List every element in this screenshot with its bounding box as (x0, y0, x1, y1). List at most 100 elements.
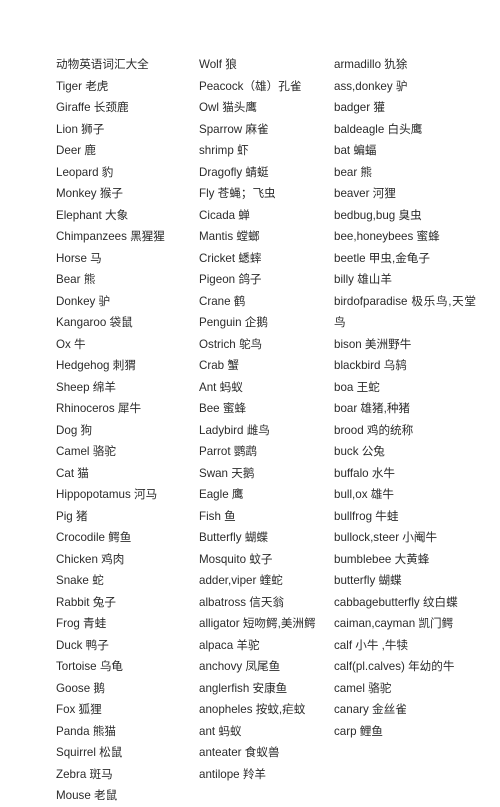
vocabulary-entry: Crocodile 鳄鱼 (56, 531, 132, 544)
vocabulary-entry: alligator 短吻鳄,美洲鳄 (199, 617, 316, 630)
vocabulary-entry: antilope 羚羊 (199, 767, 267, 781)
vocabulary-entry: Sheep 绵羊 (56, 380, 116, 394)
vocabulary-entry: beetle 甲虫,金龟子 (334, 251, 430, 265)
vocabulary-entry: Swan 天鹅 (199, 466, 255, 480)
vocabulary-entry: Donkey 驴 (56, 294, 111, 308)
vocabulary-entry: Lion 狮子 (56, 122, 105, 136)
vocabulary-entry: bullfrog 牛蛙 (334, 509, 399, 523)
vocabulary-entry: Bee 蜜蜂 (199, 402, 247, 415)
vocabulary-entry: blackbird 乌鸫 (334, 359, 407, 372)
vocabulary-entry: butterfly 蝴蝶 (334, 574, 402, 587)
vocabulary-entry: anopheles 按蚊,疟蚊 (199, 703, 306, 716)
vocabulary-entry: Pig 猪 (56, 509, 88, 523)
vocabulary-entry: birdofparadise 极乐鸟,天堂鸟 (334, 294, 476, 330)
vocabulary-entry: billy 雄山羊 (334, 273, 392, 286)
document-page: 动物英语词汇大全 Tiger 老虎 Giraffe 长颈鹿 Lion 狮子 Deer 鹿… (0, 0, 500, 802)
vocabulary-entry: badger 獾 (334, 101, 385, 114)
vocabulary-entry: Zebra 斑马 (56, 767, 113, 781)
vocabulary-entry: Kangaroo 袋鼠 (56, 316, 133, 329)
vocabulary-entry: Cricket 蟋蟀 (199, 251, 262, 265)
vocabulary-entry: Giraffe 长颈鹿 (56, 101, 129, 114)
vocabulary-entry: bison 美洲野牛 (334, 337, 412, 351)
vocabulary-entry: bull,ox 雄牛 (334, 488, 394, 501)
vocabulary-entry: alpaca 羊驼 (199, 638, 260, 652)
vocabulary-entry: buck 公兔 (334, 445, 385, 458)
vocabulary-entry: albatross 信天翁 (199, 595, 285, 609)
column-left: 动物英语词汇大全 Tiger 老虎 Giraffe 长颈鹿 Lion 狮子 Deer 鹿… (56, 54, 199, 807)
vocabulary-entry: Panda 熊猫 (56, 724, 116, 738)
vocabulary-entry: Hippopotamus 河马 (56, 488, 158, 501)
vocabulary-entry: boar 雄猪,种猪 (334, 402, 411, 415)
vocabulary-entry: calf(pl.calves) 年幼的牛 (334, 660, 455, 673)
vocabulary-entry: Eagle 鹰 (199, 488, 244, 501)
vocabulary-entry: Duck 鸭子 (56, 638, 109, 652)
vocabulary-entry: anteater 食蚁兽 (199, 746, 280, 759)
vocabulary-entry: Tortoise 乌龟 (56, 660, 124, 673)
vocabulary-entry: Crab 蟹 (199, 359, 239, 372)
vocabulary-entry: canary 金丝雀 (334, 703, 407, 716)
vocabulary-entry: Monkey 猴子 (56, 187, 124, 200)
vocabulary-entry: Deer 鹿 (56, 144, 96, 157)
vocabulary-entry: brood 鸡的统称 (334, 423, 414, 437)
vocabulary-entry: bumblebee 大黄蜂 (334, 552, 430, 566)
vocabulary-entry: bullock,steer 小阉牛 (334, 531, 438, 544)
vocabulary-entry: Peacock（雄）孔雀 (199, 79, 302, 93)
vocabulary-entry: boa 王蛇 (334, 380, 380, 394)
vocabulary-entry: Elephant 大象 (56, 208, 129, 222)
vocabulary-entry: Mosquito 蚊子 (199, 552, 273, 566)
vocabulary-entry: Tiger 老虎 (56, 79, 109, 93)
column-middle: Wolf 狼 Peacock（雄）孔雀 Owl 猫头鹰 Sparrow 麻雀 shrim… (199, 54, 334, 785)
vocabulary-entry: Frog 青蛙 (56, 617, 107, 630)
vocabulary-entry: Mantis 螳螂 (199, 230, 260, 243)
vocabulary-entry: Rabbit 兔子 (56, 595, 116, 609)
vocabulary-entry: bee,honeybees 蜜蜂 (334, 230, 440, 243)
vocabulary-entry: Parrot 鹦鹉 (199, 445, 257, 458)
vocabulary-entry: Penguin 企鹅 (199, 316, 268, 329)
vocabulary-entry: Dog 狗 (56, 423, 93, 437)
vocabulary-entry: bedbug,bug 臭虫 (334, 208, 422, 222)
vocabulary-entry: Snake 蛇 (56, 574, 104, 587)
vocabulary-entry: armadillo 犰狳 (334, 58, 408, 71)
vocabulary-entry: Dragofly 蜻蜓 (199, 165, 269, 179)
vocabulary-entry: Bear 熊 (56, 273, 96, 286)
column-right: armadillo 犰狳 ass,donkey 驴 badger 獾 baldeagl… (334, 54, 476, 742)
vocabulary-entry: shrimp 虾 (199, 144, 249, 157)
vocabulary-entry: ant 蚂蚁 (199, 724, 242, 738)
vocabulary-entry: Owl 猫头鹰 (199, 101, 257, 114)
vocabulary-entry: Goose 鹅 (56, 681, 105, 695)
vocabulary-entry: baldeagle 白头鹰 (334, 122, 423, 136)
vocabulary-entry: camel 骆驼 (334, 681, 392, 695)
vocabulary-entry: Hedgehog 刺猬 (56, 359, 136, 372)
vocabulary-entry: Camel 骆驼 (56, 445, 116, 458)
vocabulary-entry: Ladybird 雌鸟 (199, 423, 270, 437)
vocabulary-entry: caiman,cayman 凯门鳄 (334, 617, 454, 630)
vocabulary-entry: cabbagebutterfly 纹白蝶 (334, 595, 458, 609)
vocabulary-entry: Squirrel 松鼠 (56, 746, 123, 759)
vocabulary-entry: Butterfly 蝴蝶 (199, 531, 268, 544)
vocabulary-entry: beaver 河狸 (334, 187, 396, 200)
vocabulary-entry: calf 小牛 ,牛犊 (334, 638, 409, 652)
vocabulary-entry: Sparrow 麻雀 (199, 122, 269, 136)
vocabulary-entry: carp 鲤鱼 (334, 724, 383, 738)
vocabulary-entry: bear 熊 (334, 165, 373, 179)
vocabulary-entry: anchovy 凤尾鱼 (199, 660, 281, 673)
vocabulary-entry: Wolf 狼 (199, 58, 237, 71)
vocabulary-entry: adder,viper 蝰蛇 (199, 574, 283, 587)
vocabulary-entry: Chicken 鸡肉 (56, 552, 125, 566)
vocabulary-entry: Cicada 蝉 (199, 208, 250, 222)
vocabulary-columns: 动物英语词汇大全 Tiger 老虎 Giraffe 长颈鹿 Lion 狮子 Deer 鹿… (56, 54, 476, 807)
vocabulary-entry: Ostrich 鸵鸟 (199, 337, 263, 351)
vocabulary-entry: Rhinoceros 犀牛 (56, 402, 142, 415)
vocabulary-entry: Fly 苍蝇；飞虫 (199, 187, 276, 200)
vocabulary-entry: Fox 狐狸 (56, 703, 102, 716)
vocabulary-entry: bat 蝙蝠 (334, 144, 377, 157)
vocabulary-entry: Chimpanzees 黑猩猩 (56, 230, 165, 243)
vocabulary-entry: Fish 鱼 (199, 509, 236, 523)
vocabulary-entry: 动物英语词汇大全 (56, 58, 149, 71)
vocabulary-entry: Horse 马 (56, 251, 102, 265)
vocabulary-entry: Ant 蚂蚁 (199, 380, 243, 394)
vocabulary-entry: Cat 猫 (56, 466, 89, 480)
vocabulary-entry: ass,donkey 驴 (334, 79, 408, 93)
vocabulary-entry: Leopard 豹 (56, 165, 114, 179)
vocabulary-entry: anglerfish 安康鱼 (199, 681, 288, 695)
